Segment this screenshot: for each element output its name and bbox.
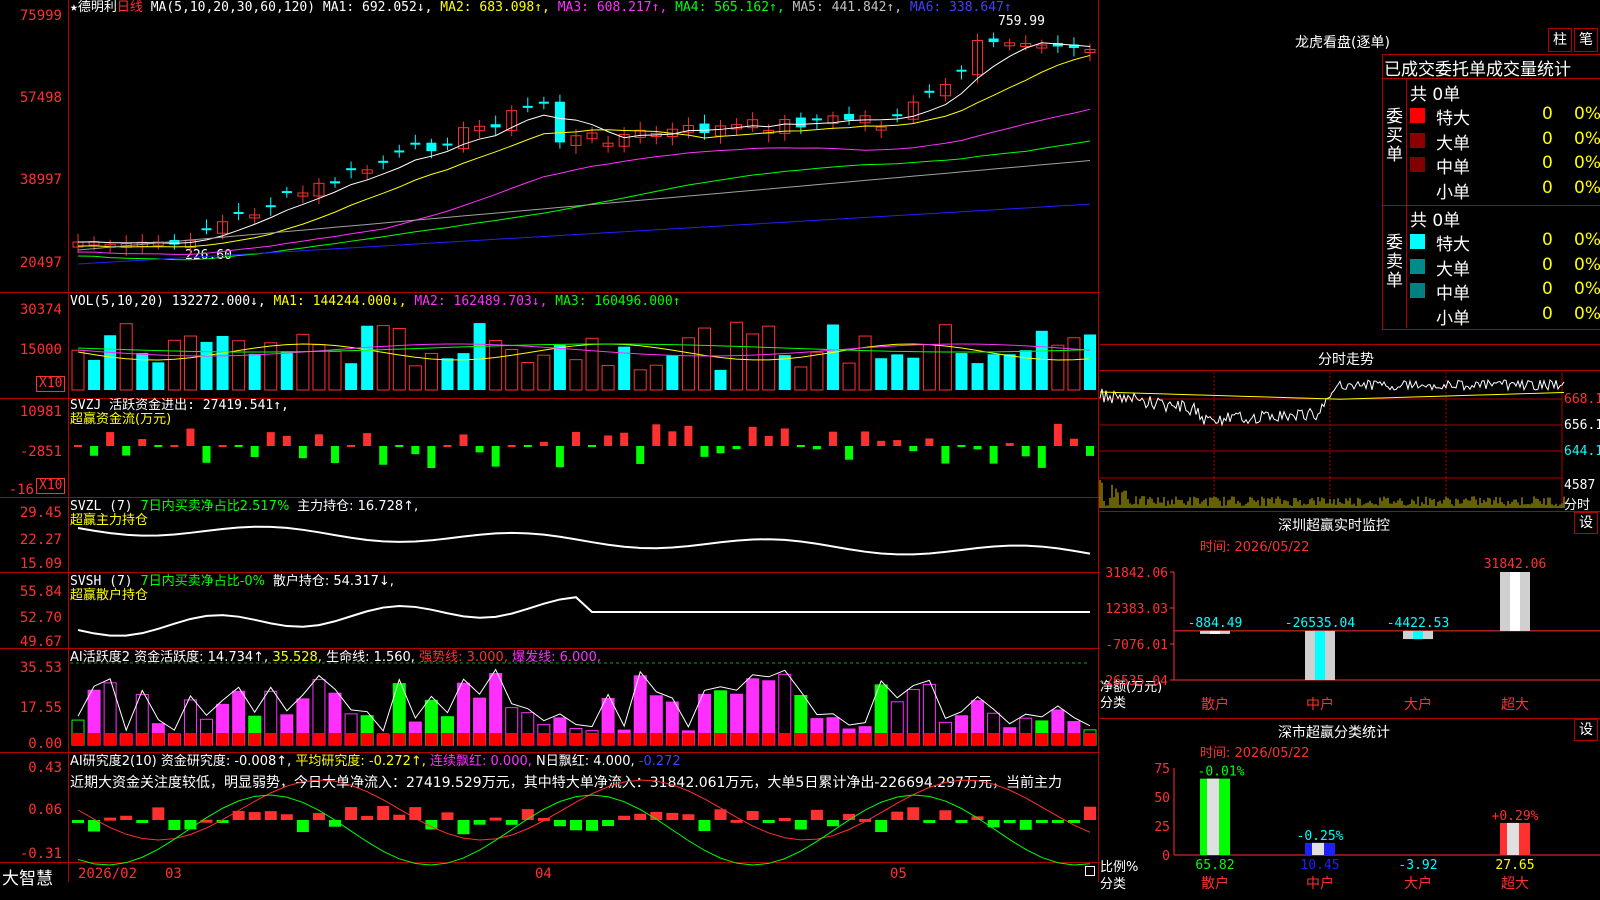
sz-category-label: 中户 xyxy=(1306,696,1334,713)
sz-category-label: 超大 xyxy=(1501,697,1529,713)
fl-change-label: +0.29% xyxy=(1492,809,1539,824)
fl-category-label: 大户 xyxy=(1404,875,1432,892)
fs-price-line xyxy=(1099,378,1565,427)
sz-value-label: -4422.53 xyxy=(1387,616,1450,631)
fl-value-label: -3.92 xyxy=(1398,858,1437,873)
fl-category-label: 散户 xyxy=(1201,875,1229,892)
sz-category-label: 大户 xyxy=(1404,696,1432,713)
fl-value-label: 27.65 xyxy=(1495,858,1534,873)
fl-bar-highlight xyxy=(1507,822,1519,855)
fl-ytick: 75 xyxy=(1154,762,1170,777)
fl-category-label: 中户 xyxy=(1306,875,1334,892)
sz-bar-highlight xyxy=(1210,630,1220,634)
fl-ytick: 0 xyxy=(1162,849,1170,864)
sz-bar-highlight xyxy=(1413,630,1423,640)
sz-value-label: -884.49 xyxy=(1188,616,1243,631)
fl-change-label: -0.25% xyxy=(1297,829,1344,844)
fl-category-label: 超大 xyxy=(1501,876,1529,892)
fl-ytick: 25 xyxy=(1154,820,1170,835)
sz-category-label: 散户 xyxy=(1201,696,1229,713)
sz-value-label: -26535.04 xyxy=(1285,616,1356,631)
sz-bar-highlight xyxy=(1510,572,1520,631)
sz-ytick: -26535.04 xyxy=(1098,674,1169,689)
fl-bar-highlight xyxy=(1312,842,1324,855)
sz-ytick: -7076.01 xyxy=(1105,638,1168,653)
fl-ytick: 50 xyxy=(1154,791,1170,806)
right-charts-canvas: 31842.06 12383.03 -7076.01 -26535.04 -884.49… xyxy=(1098,372,1600,892)
fl-value-label: 10.45 xyxy=(1300,858,1339,873)
fl-change-label: -0.01% xyxy=(1198,765,1245,780)
fl-value-label: 65.82 xyxy=(1195,858,1234,873)
sz-bar-highlight xyxy=(1315,630,1325,680)
sz-value-label: 31842.06 xyxy=(1484,557,1547,572)
sz-ytick: 12383.03 xyxy=(1105,602,1168,617)
sz-ytick: 31842.06 xyxy=(1105,566,1168,581)
fl-bar-highlight xyxy=(1207,778,1219,855)
